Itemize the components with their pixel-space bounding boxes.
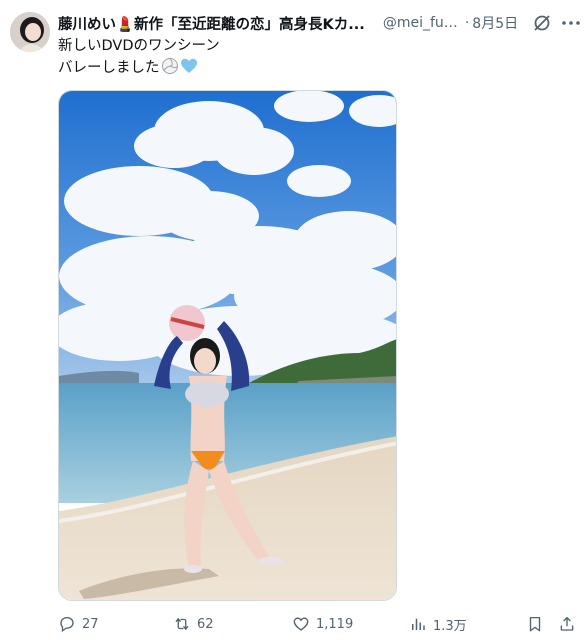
views-button[interactable]: 1.3万 (409, 612, 467, 636)
post-text: 新しいDVDのワンシーン バレーしました (58, 36, 558, 79)
avatar-image (10, 12, 50, 52)
volleyball-icon (161, 58, 178, 74)
reply-count: 27 (82, 616, 99, 632)
post-date[interactable]: 8月5日 (472, 13, 518, 33)
bookmark-icon (529, 616, 541, 632)
views-count: 1.3万 (433, 618, 467, 634)
tweet-post[interactable]: 藤川めい💄新作「至近距離の恋」高身長Kカ... @mei_fuj... · 8月… (0, 0, 588, 643)
bookmark-button[interactable] (526, 612, 544, 636)
grok-icon[interactable] (532, 13, 552, 33)
post-text-line-2-text: バレーしました (58, 60, 160, 76)
like-button[interactable]: 1,119 (292, 612, 353, 636)
like-count: 1,119 (316, 616, 354, 632)
post-header: 藤川めい💄新作「至近距離の恋」高身長Kカ... @mei_fuj... · 8月… (58, 12, 578, 34)
post-media-photo[interactable] (58, 90, 397, 601)
views-icon (412, 618, 425, 630)
like-icon (293, 617, 309, 631)
author-handle[interactable]: @mei_fuj... (383, 15, 461, 31)
repost-count: 62 (197, 616, 214, 632)
post-text-line-2: バレーしました (58, 57, 558, 79)
blue-heart-icon (180, 58, 197, 73)
author-name[interactable]: 藤川めい💄新作「至近距離の恋」高身長Kカ... (58, 13, 365, 34)
repost-icon (175, 618, 189, 630)
separator: · (464, 15, 470, 31)
post-text-line-1: 新しいDVDのワンシーン (58, 38, 220, 54)
share-icon (560, 616, 574, 631)
repost-button[interactable]: 62 (173, 612, 214, 636)
action-bar: 27 62 1,119 1.3万 (58, 612, 582, 636)
reply-icon (60, 616, 74, 633)
beach-photo (59, 91, 396, 600)
avatar[interactable] (10, 12, 50, 52)
more-icon[interactable] (560, 13, 582, 33)
share-button[interactable] (558, 612, 576, 636)
reply-button[interactable]: 27 (58, 612, 99, 636)
